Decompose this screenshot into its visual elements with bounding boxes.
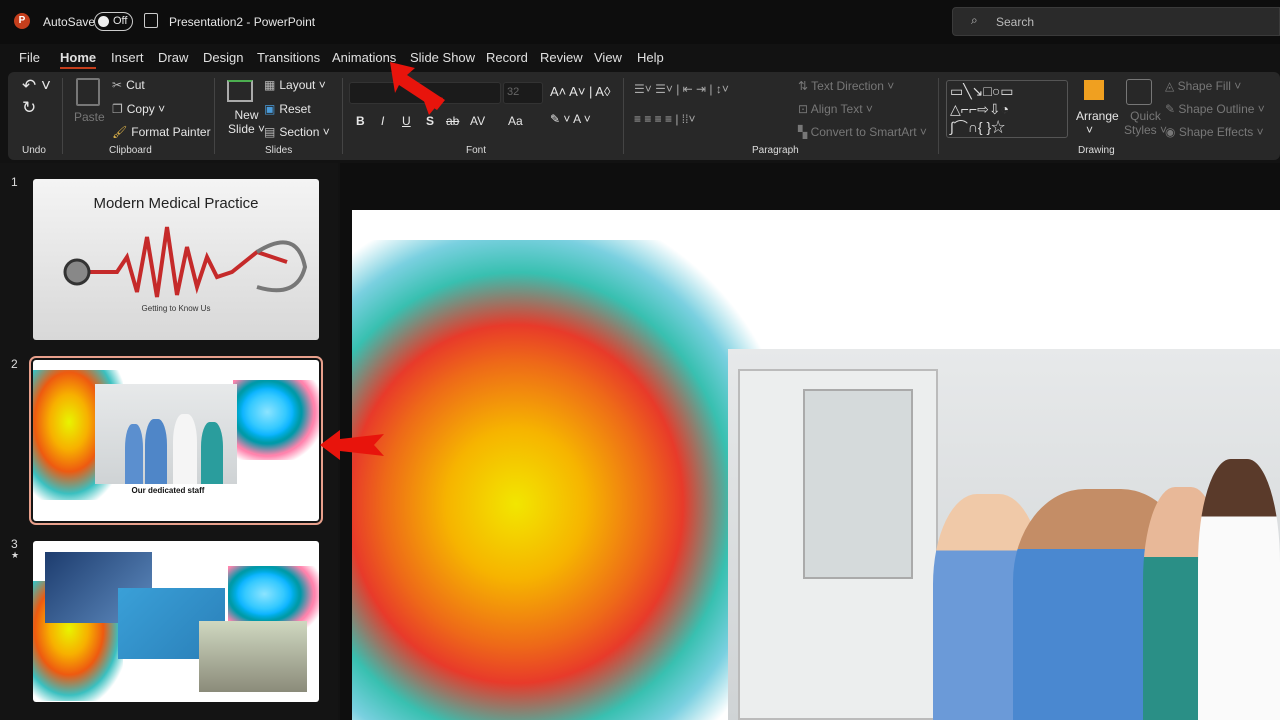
document-title: Presentation2 - PowerPoint [169, 15, 316, 29]
paintbrush-icon: 🖌 [112, 125, 128, 139]
cut-button[interactable]: ✂ Cut [112, 78, 145, 92]
menu-draw[interactable]: Draw [158, 50, 188, 65]
quick-styles-icon [1126, 79, 1152, 105]
reset-icon: ▣ [264, 102, 276, 116]
annotation-arrow-slide-2 [320, 430, 384, 460]
slide-number: 1 [11, 175, 18, 189]
scissors-icon: ✂ [112, 78, 123, 92]
menu-design[interactable]: Design [203, 50, 243, 65]
font-size-buttons[interactable]: A˄ A˅ | A◊ [550, 84, 610, 99]
annotation-arrow-animations [390, 62, 445, 115]
group-label-clipboard: Clipboard [109, 145, 152, 156]
quick-styles-button[interactable]: Quick Styles ˅ [1124, 109, 1167, 137]
title-bar: P AutoSave Off Presentation2 - PowerPoin… [0, 0, 1280, 44]
text-direction-button[interactable]: ⇅ Text Direction ˅ [798, 79, 894, 93]
menu-record[interactable]: Record [486, 50, 528, 65]
group-label-paragraph: Paragraph [752, 145, 799, 156]
search-icon: ⌕ [971, 13, 978, 27]
reset-button[interactable]: ▣ Reset [264, 102, 311, 116]
change-case-button[interactable]: Aa [508, 114, 523, 128]
animation-star-icon: ★ [11, 550, 20, 560]
menu-review[interactable]: Review [540, 50, 583, 65]
layout-icon: ▦ [264, 78, 276, 92]
new-slide-icon[interactable] [227, 80, 253, 102]
search-placeholder: Search [996, 15, 1035, 29]
slide-thumbnail-panel: 1 Modern Medical Practice Getting to Kno… [0, 163, 338, 720]
menu-file[interactable]: File [19, 50, 40, 65]
colored-ink-image [352, 240, 762, 720]
new-slide-button[interactable]: New Slide ˅ [228, 108, 265, 136]
convert-smartart-button[interactable]: ▚ Convert to SmartArt ˅ [798, 125, 927, 139]
slide-number: 2 [11, 357, 18, 371]
save-icon[interactable] [144, 13, 158, 28]
staff-photo [728, 349, 1280, 720]
slide-number: 3 [11, 537, 18, 551]
undo-icon[interactable]: ↶ ˅ [22, 76, 51, 96]
menu-home[interactable]: Home [60, 50, 97, 69]
search-box[interactable]: ⌕ Search [952, 7, 1280, 36]
slide-thumbnail-1[interactable]: Modern Medical Practice Getting to Know … [33, 179, 319, 340]
menu-help[interactable]: Help [637, 50, 664, 65]
section-button[interactable]: ▤ Section ˅ [264, 125, 330, 139]
align-text-button[interactable]: ⊡ Align Text ˅ [798, 102, 873, 116]
arrange-button[interactable]: Arrange ˅ [1076, 109, 1119, 137]
highlight-icon[interactable]: ✎ ˅ A ˅ [550, 112, 591, 126]
menu-view[interactable]: View [594, 50, 622, 65]
list-buttons[interactable]: ☰˅ ☰˅ | ⇤ ⇥ | ↕˅ [634, 82, 729, 96]
group-label-undo: Undo [22, 145, 46, 156]
layout-button[interactable]: ▦ Layout ˅ [264, 78, 326, 92]
group-label-font: Font [466, 145, 487, 156]
shape-effects-button[interactable]: ◉ Shape Effects ˅ [1165, 125, 1264, 139]
ribbon: ↶ ˅ ↻ Undo Paste ✂ Cut ❐ Copy ˅ 🖌 Format Pa… [8, 72, 1280, 160]
wheelchair-photo [199, 621, 307, 692]
autosave-state: Off [113, 15, 128, 27]
shape-fill-button[interactable]: ◬ Shape Fill ˅ [1165, 79, 1241, 93]
group-label-slides: Slides [265, 145, 293, 156]
format-painter-button[interactable]: 🖌 Format Painter [112, 125, 211, 139]
shapes-gallery[interactable]: ▭╲↘□○▭ △⌐⌐⇨⇩◔ ∫⌒∩{ }☆ [946, 80, 1068, 138]
slide-caption: Our dedicated staff [131, 486, 205, 495]
character-spacing-button[interactable]: AV [470, 114, 485, 128]
shape-outline-button[interactable]: ✎ Shape Outline ˅ [1165, 102, 1265, 116]
section-icon: ▤ [264, 125, 276, 139]
copy-button[interactable]: ❐ Copy ˅ [112, 102, 165, 116]
bold-button[interactable]: B [356, 114, 365, 128]
slide-title: Modern Medical Practice [93, 195, 259, 212]
menu-transitions[interactable]: Transitions [257, 50, 320, 65]
powerpoint-logo-icon: P [14, 13, 30, 29]
font-size-select[interactable]: 32 [503, 82, 543, 104]
staff-photo [95, 384, 237, 484]
copy-icon: ❐ [112, 102, 123, 116]
paste-icon[interactable] [76, 78, 100, 106]
current-slide[interactable] [352, 210, 1280, 720]
ink-image [233, 380, 319, 460]
italic-button[interactable]: I [381, 114, 384, 128]
slide-subtitle: Getting to Know Us [141, 304, 211, 313]
redo-icon[interactable]: ↻ [22, 98, 36, 118]
autosave-label: AutoSave [43, 15, 96, 29]
slide-thumbnail-2[interactable]: Our dedicated staff [29, 356, 323, 525]
menu-insert[interactable]: Insert [111, 50, 144, 65]
paste-button[interactable]: Paste [74, 110, 105, 124]
stethoscope-heartbeat-image [63, 226, 307, 298]
alignment-buttons[interactable]: ≡ ≡ ≡ ≡ | ⁞⁞˅ [634, 112, 695, 126]
autosave-toggle[interactable]: Off [94, 12, 133, 31]
arrange-icon [1084, 80, 1104, 100]
group-label-drawing: Drawing [1078, 145, 1115, 156]
slide-thumbnail-3[interactable] [33, 541, 319, 702]
